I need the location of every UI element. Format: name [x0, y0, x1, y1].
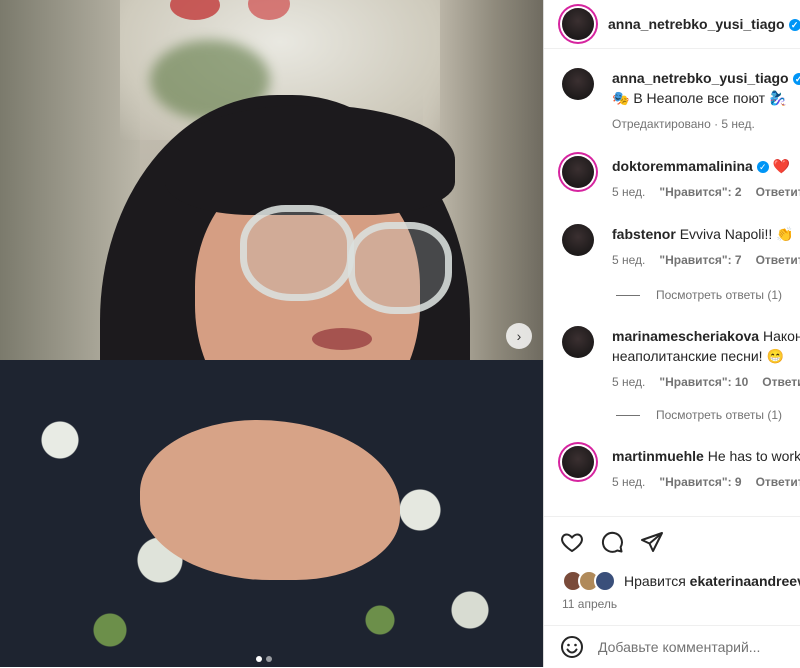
commenter-username[interactable]: martinmuehle — [612, 448, 704, 464]
likes-user[interactable]: ekaterinaandreeva — [690, 573, 800, 589]
verified-icon: ✓ — [756, 161, 769, 174]
likes-prefix: Нравится — [624, 573, 686, 589]
commenter-avatar[interactable] — [562, 156, 594, 188]
author-avatar[interactable] — [562, 68, 594, 100]
reply-button[interactable]: Ответить — [762, 375, 800, 389]
verified-icon: ✓ — [792, 73, 800, 86]
share-icon[interactable] — [640, 530, 664, 554]
comment-likes[interactable]: "Нравится": 2 — [659, 185, 741, 199]
comment-likes[interactable]: "Нравится": 7 — [659, 253, 741, 267]
reply-button[interactable]: Ответить — [756, 253, 800, 267]
post-header: anna_netrebko_yusi_tiago ✓ — [544, 0, 800, 49]
liker-avatar — [594, 570, 616, 592]
author-username[interactable]: anna_netrebko_yusi_tiago ✓ — [608, 16, 800, 32]
comment-icon[interactable] — [600, 530, 624, 554]
reply-button[interactable]: Ответить — [756, 475, 800, 489]
carousel-dot — [256, 656, 262, 662]
comment-likes[interactable]: "Нравится": 9 — [659, 475, 741, 489]
commenter-avatar[interactable] — [562, 224, 594, 256]
likes-summary[interactable]: Нравится ekaterinaandreeva — [562, 570, 800, 592]
comment-age: 5 нед. — [612, 253, 646, 267]
reply-button[interactable]: Ответить — [756, 185, 800, 199]
comment-text: He has to work — [707, 448, 800, 464]
commenter-username[interactable]: marinamescheriakova — [612, 328, 759, 344]
heart-icon[interactable] — [560, 530, 584, 554]
comment-text: Наконе — [762, 328, 800, 344]
chevron-right-icon: › — [516, 328, 522, 344]
author-username[interactable]: anna_netrebko_yusi_tiago ✓ — [612, 70, 800, 86]
comment-age: 5 нед. — [612, 375, 646, 389]
carousel-next-button[interactable]: › — [506, 323, 532, 349]
comment-input[interactable]: Добавьте комментарий... — [598, 639, 760, 655]
glasses-right-lens — [348, 222, 452, 314]
post-sidebar: anna_netrebko_yusi_tiago ✓ anna_netrebko_… — [543, 0, 800, 667]
add-comment-bar: Добавьте комментарий... — [544, 625, 800, 668]
caption-edited: Отредактировано · 5 нед. — [612, 117, 755, 131]
comment-age: 5 нед. — [612, 185, 646, 199]
comment-text-continued: неаполитанские песни! 😁 — [612, 348, 784, 364]
view-replies-button[interactable]: Посмотреть ответы (1) — [616, 408, 782, 422]
lips — [312, 328, 372, 350]
comment-text: Evviva Napoli!! 👏 — [679, 226, 794, 242]
verified-icon: ✓ — [788, 19, 800, 32]
divider — [616, 294, 640, 296]
comments-list[interactable]: anna_netrebko_yusi_tiago ✓ 🎭 В Неаполе вс… — [544, 60, 800, 516]
commenter-avatar[interactable] — [562, 446, 594, 478]
comment-text: ❤️ — [772, 158, 791, 174]
commenter-username[interactable]: doktoremmamalinina — [612, 158, 753, 174]
caption-text: 🎭 В Неаполе все поют 🧞‍♀️ — [612, 90, 787, 106]
view-replies-button[interactable]: Посмотреть ответы (1) — [616, 288, 782, 302]
carousel-dots — [256, 656, 272, 662]
post-date: 11 апрель — [562, 597, 618, 611]
bangs — [165, 105, 455, 215]
comment-age: 5 нед. — [612, 475, 646, 489]
glasses-left-lens — [240, 205, 354, 301]
carousel-dot — [266, 656, 272, 662]
post-actions — [544, 516, 800, 567]
commenter-username[interactable]: fabstenor — [612, 226, 676, 242]
commenter-avatar[interactable] — [562, 326, 594, 358]
comment-likes[interactable]: "Нравится": 10 — [659, 375, 748, 389]
author-avatar[interactable] — [562, 8, 594, 40]
emoji-icon[interactable] — [560, 635, 584, 659]
divider — [616, 414, 640, 416]
post-photo[interactable]: › — [0, 0, 543, 667]
